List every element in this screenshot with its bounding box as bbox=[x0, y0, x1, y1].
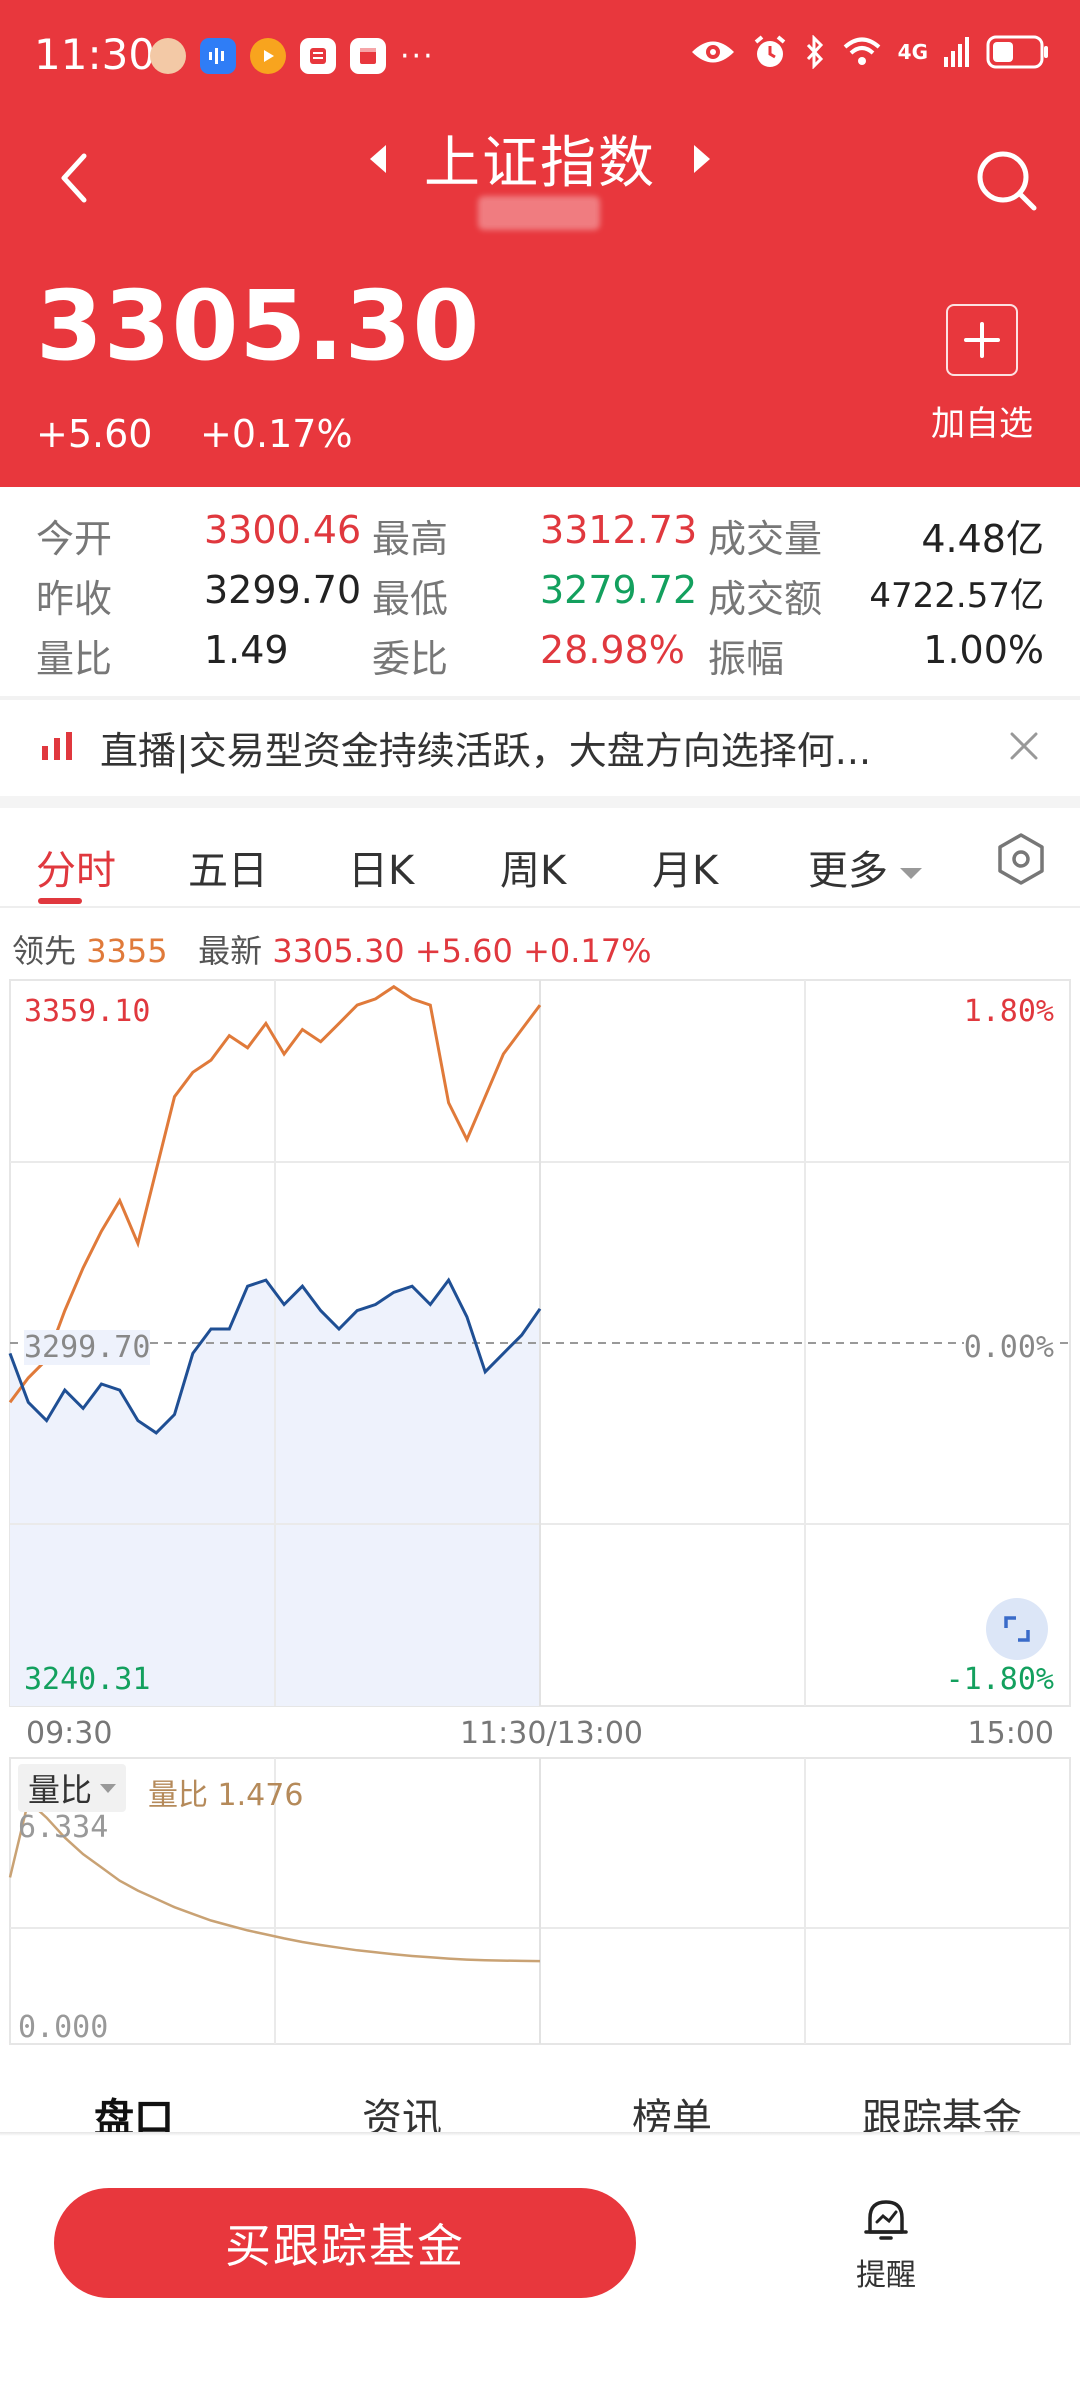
bottom-tabs: 盘口 资讯 榜单 跟踪基金 bbox=[0, 2050, 1080, 2142]
quote-value: 3300.46 bbox=[204, 508, 362, 552]
notification-icons: ··· bbox=[150, 38, 435, 74]
add-watchlist-label[interactable]: 加自选 bbox=[926, 396, 1038, 445]
latest-change: +5.60 bbox=[414, 932, 513, 970]
quote-table: 今开 3300.46 最高 3312.73 成交量 4.48亿 昨收 3299.… bbox=[0, 500, 1080, 690]
plus-icon bbox=[964, 322, 1000, 358]
news-app-notification-icon bbox=[300, 38, 336, 74]
header: 11:30 ··· 4G 上证指数 3305.30 +5.60 +0.17% 加… bbox=[0, 0, 1080, 487]
y-axis-mid-pct: 0.00% bbox=[963, 1330, 1054, 1365]
add-watchlist-button[interactable] bbox=[946, 304, 1018, 376]
remind-label: 提醒 bbox=[856, 2258, 916, 2293]
tab-daily-k[interactable]: 日K bbox=[348, 838, 414, 896]
news-banner[interactable]: 直播|交易型资金持续活跃，大盘方向选择何... bbox=[0, 700, 1080, 796]
x-axis-mid-label: 11:30/13:00 bbox=[460, 1716, 644, 1751]
quote-value: 3279.72 bbox=[540, 568, 698, 612]
lead-value: 3355 bbox=[86, 932, 168, 970]
tab-five-day[interactable]: 五日 bbox=[188, 838, 268, 896]
quote-label: 今开 bbox=[36, 517, 113, 561]
system-icons: 4G bbox=[690, 34, 1050, 70]
current-price: 3305.30 bbox=[36, 270, 481, 382]
expand-icon bbox=[1004, 1616, 1030, 1642]
x-axis-end-label: 15:00 bbox=[967, 1716, 1054, 1751]
voice-app-notification-icon bbox=[200, 38, 236, 74]
status-time: 11:30 bbox=[34, 30, 156, 79]
tab-intraday[interactable]: 分时 bbox=[36, 838, 116, 896]
tab-monthly-k[interactable]: 月K bbox=[652, 838, 718, 896]
divider bbox=[0, 796, 1080, 808]
more-notifications-icon: ··· bbox=[400, 38, 435, 74]
volume-axis-bottom: 0.000 bbox=[18, 2010, 109, 2045]
y-axis-top-label: 3359.10 bbox=[24, 994, 151, 1029]
next-index-arrow-icon[interactable] bbox=[694, 144, 710, 173]
tab-weekly-k[interactable]: 周K bbox=[500, 838, 566, 896]
quote-value: 28.98% bbox=[540, 628, 685, 672]
previous-index-arrow-icon[interactable] bbox=[370, 144, 386, 173]
lead-label: 领先 bbox=[12, 932, 77, 970]
quote-value: 1.49 bbox=[204, 628, 289, 672]
chevron-down-icon bbox=[900, 867, 922, 879]
page-title: 上证指数 bbox=[424, 131, 656, 196]
blurred-subtitle bbox=[478, 196, 600, 230]
buy-tracking-fund-button[interactable]: 买跟踪基金 bbox=[54, 2188, 636, 2298]
quote-label: 最低 bbox=[372, 577, 449, 621]
avatar-notification-icon bbox=[150, 38, 186, 74]
period-tabs: 分时 五日 日K 周K 月K 更多 bbox=[0, 808, 1080, 908]
search-icon[interactable] bbox=[972, 146, 1042, 216]
latest-change-percent: +0.17% bbox=[523, 932, 652, 970]
quote-value: 4722.57亿 bbox=[869, 576, 1044, 616]
news-headline[interactable]: 直播|交易型资金持续活跃，大盘方向选择何... bbox=[100, 720, 871, 775]
alarm-icon bbox=[754, 35, 785, 67]
signal-bars-icon bbox=[944, 37, 969, 67]
bluetooth-icon bbox=[806, 35, 823, 69]
volume-indicator-label: 量比 bbox=[28, 1771, 93, 1809]
tab-more[interactable]: 更多 bbox=[808, 838, 922, 896]
y-axis-mid-label: 3299.70 bbox=[24, 1330, 151, 1365]
quote-value: 3312.73 bbox=[540, 508, 698, 552]
video-app-notification-icon bbox=[250, 38, 286, 74]
chevron-down-icon bbox=[100, 1783, 117, 1793]
intraday-chart[interactable] bbox=[0, 975, 1080, 2050]
active-tab-indicator bbox=[38, 898, 82, 904]
tab-more-label: 更多 bbox=[808, 848, 888, 894]
latest-value: 3305.30 bbox=[272, 932, 405, 970]
status-bar: 11:30 ··· 4G bbox=[0, 0, 1080, 120]
battery-icon bbox=[986, 35, 1048, 69]
bell-chart-icon bbox=[864, 2200, 908, 2240]
price-change-percent: +0.17% bbox=[200, 412, 353, 456]
y-axis-bottom-label: 3240.31 bbox=[24, 1662, 151, 1697]
quote-label: 昨收 bbox=[36, 577, 113, 621]
divider bbox=[0, 2132, 1080, 2136]
title-bar: 上证指数 bbox=[0, 118, 1080, 199]
volume-axis-top: 6.334 bbox=[18, 1810, 109, 1845]
x-axis-start-label: 09:30 bbox=[26, 1716, 113, 1751]
latest-label: 最新 bbox=[198, 932, 263, 970]
network-type-label: 4G bbox=[897, 40, 928, 64]
chart-summary: 领先 3355 最新 3305.30 +5.60 +0.17% bbox=[12, 926, 652, 972]
quote-label: 最高 bbox=[372, 517, 449, 561]
shopping-app-notification-icon bbox=[350, 38, 386, 74]
remind-button[interactable]: 提醒 bbox=[838, 2196, 934, 2294]
quote-value: 1.00% bbox=[923, 628, 1044, 672]
signal-group: 4G bbox=[898, 42, 928, 62]
quote-label: 成交量 bbox=[708, 517, 823, 561]
quote-label: 委比 bbox=[372, 637, 449, 681]
quote-label: 量比 bbox=[36, 637, 113, 681]
y-axis-bottom-pct: -1.80% bbox=[945, 1662, 1054, 1697]
eye-icon bbox=[691, 41, 734, 63]
settings-hexagon-icon[interactable] bbox=[996, 832, 1046, 886]
quote-value: 4.48亿 bbox=[921, 517, 1044, 561]
live-bars-icon bbox=[42, 732, 72, 760]
y-axis-top-pct: 1.80% bbox=[963, 994, 1054, 1029]
quote-value: 3299.70 bbox=[204, 568, 362, 612]
volume-indicator-select[interactable]: 量比 bbox=[18, 1764, 127, 1812]
quote-label: 成交额 bbox=[708, 577, 823, 621]
wifi-icon bbox=[843, 37, 880, 65]
quote-label: 振幅 bbox=[708, 637, 785, 681]
close-icon[interactable] bbox=[1006, 728, 1042, 764]
price-change: +5.60 bbox=[36, 412, 153, 456]
volume-ratio-value: 量比 1.476 bbox=[148, 1778, 304, 1813]
expand-chart-button[interactable] bbox=[986, 1598, 1048, 1660]
